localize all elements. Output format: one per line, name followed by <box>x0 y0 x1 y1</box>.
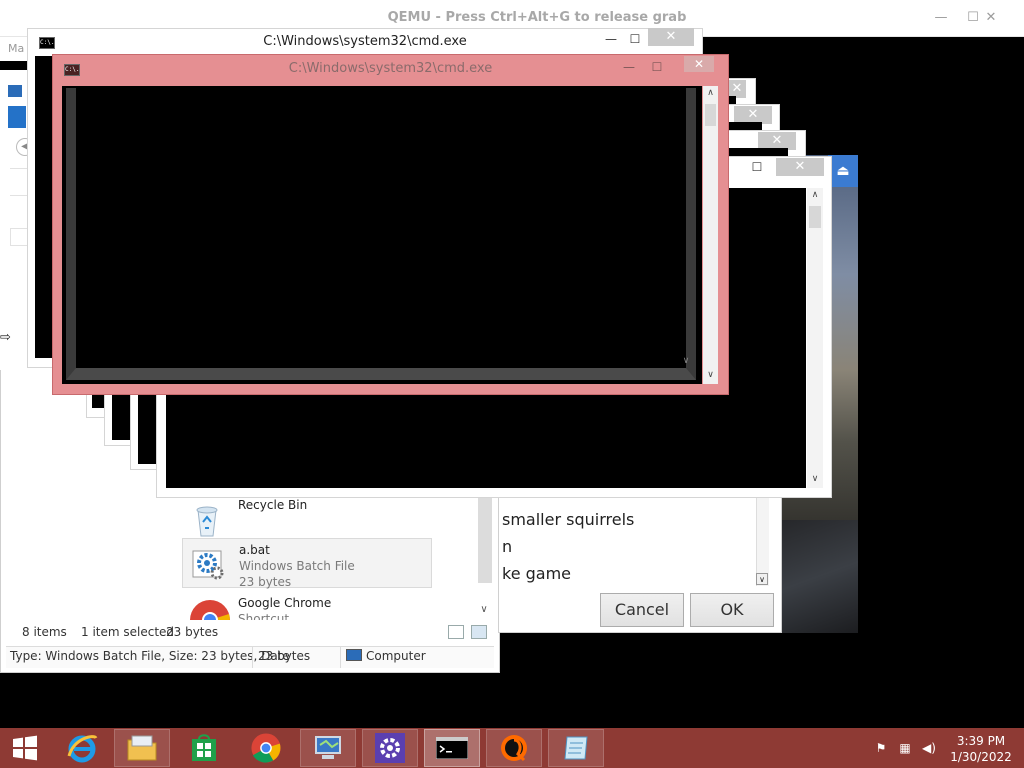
file-name: a.bat <box>239 543 270 557</box>
taskbar-file-explorer[interactable] <box>114 729 170 767</box>
file-item-google-chrome[interactable]: Google Chrome Shortcut <box>182 594 432 620</box>
splitter-arrow-icon[interactable]: ⇨ <box>0 330 11 345</box>
qemu-close-button[interactable]: ✕ <box>976 8 1006 28</box>
qemu-window-title: QEMU - Press Ctrl+Alt+G to release grab <box>387 10 687 25</box>
notepad-icon <box>564 736 588 760</box>
taskbar-internet-explorer[interactable] <box>54 729 110 767</box>
recycle-bin-icon <box>196 506 218 537</box>
details-text: Type: Windows Batch File, Size: 23 bytes… <box>10 649 290 663</box>
taskbar-control-panel[interactable] <box>300 729 356 767</box>
large-icons-view-icon[interactable] <box>471 625 487 639</box>
maximize-button[interactable]: ☐ <box>626 30 644 48</box>
taskbar-settings[interactable] <box>362 729 418 767</box>
explorer-scrollbar-thumb[interactable] <box>478 497 492 583</box>
details-location: Computer <box>366 649 426 663</box>
file-name: Google Chrome <box>238 596 332 610</box>
qemu-icon <box>501 735 527 762</box>
explorer-app-icon <box>8 85 22 97</box>
file-item-recycle-bin[interactable]: Recycle Bin <box>182 494 432 544</box>
cmd-scrollbar[interactable] <box>703 86 718 384</box>
list-item[interactable]: ke game <box>502 564 571 583</box>
file-type: Shortcut <box>238 612 290 620</box>
volume-icon[interactable]: ◀) <box>922 741 936 755</box>
scroll-down-arrow[interactable]: ∨ <box>703 370 718 380</box>
explorer-file-tab[interactable] <box>8 106 26 128</box>
explorer-scroll-down-arrow[interactable]: ∨ <box>477 604 491 618</box>
details-view-icon[interactable] <box>448 625 464 639</box>
internet-explorer-icon <box>67 735 98 763</box>
chrome-icon <box>190 600 230 620</box>
eject-icon[interactable]: ⏏ <box>828 155 858 187</box>
cmd-console-artifact <box>66 88 696 380</box>
taskbar-notepad[interactable] <box>548 729 604 767</box>
cancel-button[interactable]: Cancel <box>600 593 684 627</box>
windows-logo-icon <box>13 735 37 761</box>
close-button[interactable]: ✕ <box>648 28 694 46</box>
file-item-a-bat[interactable]: a.bat Windows Batch File 23 bytes <box>182 538 432 589</box>
control-panel-icon <box>315 736 341 759</box>
status-size: 23 bytes <box>166 625 219 639</box>
ok-button[interactable]: OK <box>690 593 774 627</box>
gear-icon <box>375 733 405 763</box>
cmd-scrollbar[interactable] <box>807 188 823 488</box>
wallpaper-road <box>780 520 858 633</box>
batch-file-gear-icon <box>192 550 224 580</box>
inner-scroll-down-arrow: ∨ <box>682 356 690 366</box>
scroll-thumb[interactable] <box>705 104 716 126</box>
list-item[interactable]: smaller squirrels <box>502 510 634 529</box>
folder-icon <box>127 735 157 761</box>
status-selected: 1 item selected <box>81 625 175 639</box>
scroll-up-arrow[interactable]: ∧ <box>807 190 823 200</box>
taskbar-command-prompt[interactable] <box>424 729 480 767</box>
taskbar-clock[interactable]: 3:39 PM 1/30/2022 <box>946 733 1016 765</box>
scroll-thumb[interactable] <box>809 206 821 228</box>
scroll-down-arrow[interactable]: ∨ <box>807 474 823 484</box>
qemu-minimize-button[interactable]: — <box>926 8 956 28</box>
start-button[interactable] <box>0 729 50 767</box>
computer-icon <box>346 649 362 661</box>
minimize-button[interactable]: — <box>602 30 620 48</box>
minimize-button[interactable]: — <box>620 58 638 76</box>
clock-date: 1/30/2022 <box>950 750 1012 764</box>
restore-button[interactable]: ☐ <box>648 58 666 76</box>
list-item[interactable]: n <box>502 537 512 556</box>
chrome-icon <box>251 733 281 763</box>
status-item-count: 8 items <box>22 625 67 639</box>
details-divider <box>340 646 341 668</box>
taskbar-qemu[interactable] <box>486 729 542 767</box>
action-center-flag-icon[interactable]: ⚑ <box>874 741 888 755</box>
file-size: 23 bytes <box>239 575 292 589</box>
maximize-button[interactable]: ☐ <box>748 158 766 176</box>
details-size: 23 bytes <box>258 649 311 663</box>
file-type: Windows Batch File <box>239 559 355 573</box>
close-button[interactable]: ✕ <box>684 56 714 72</box>
qemu-menu-machine[interactable]: Ma <box>0 37 30 61</box>
taskbar-windows-store[interactable] <box>176 729 232 767</box>
scroll-up-arrow[interactable]: ∧ <box>703 88 718 98</box>
explorer-address-stub <box>10 168 28 196</box>
taskbar-google-chrome[interactable] <box>238 729 294 767</box>
clock-time: 3:39 PM <box>956 734 1006 748</box>
close-button[interactable]: ✕ <box>776 158 824 176</box>
network-icon[interactable]: ▦ <box>898 741 912 755</box>
details-divider <box>252 646 253 668</box>
store-icon <box>192 734 216 761</box>
file-name: Recycle Bin <box>238 498 308 512</box>
dialog-scroll-down-arrow[interactable]: ∨ <box>756 573 768 585</box>
command-prompt-icon <box>436 737 468 759</box>
